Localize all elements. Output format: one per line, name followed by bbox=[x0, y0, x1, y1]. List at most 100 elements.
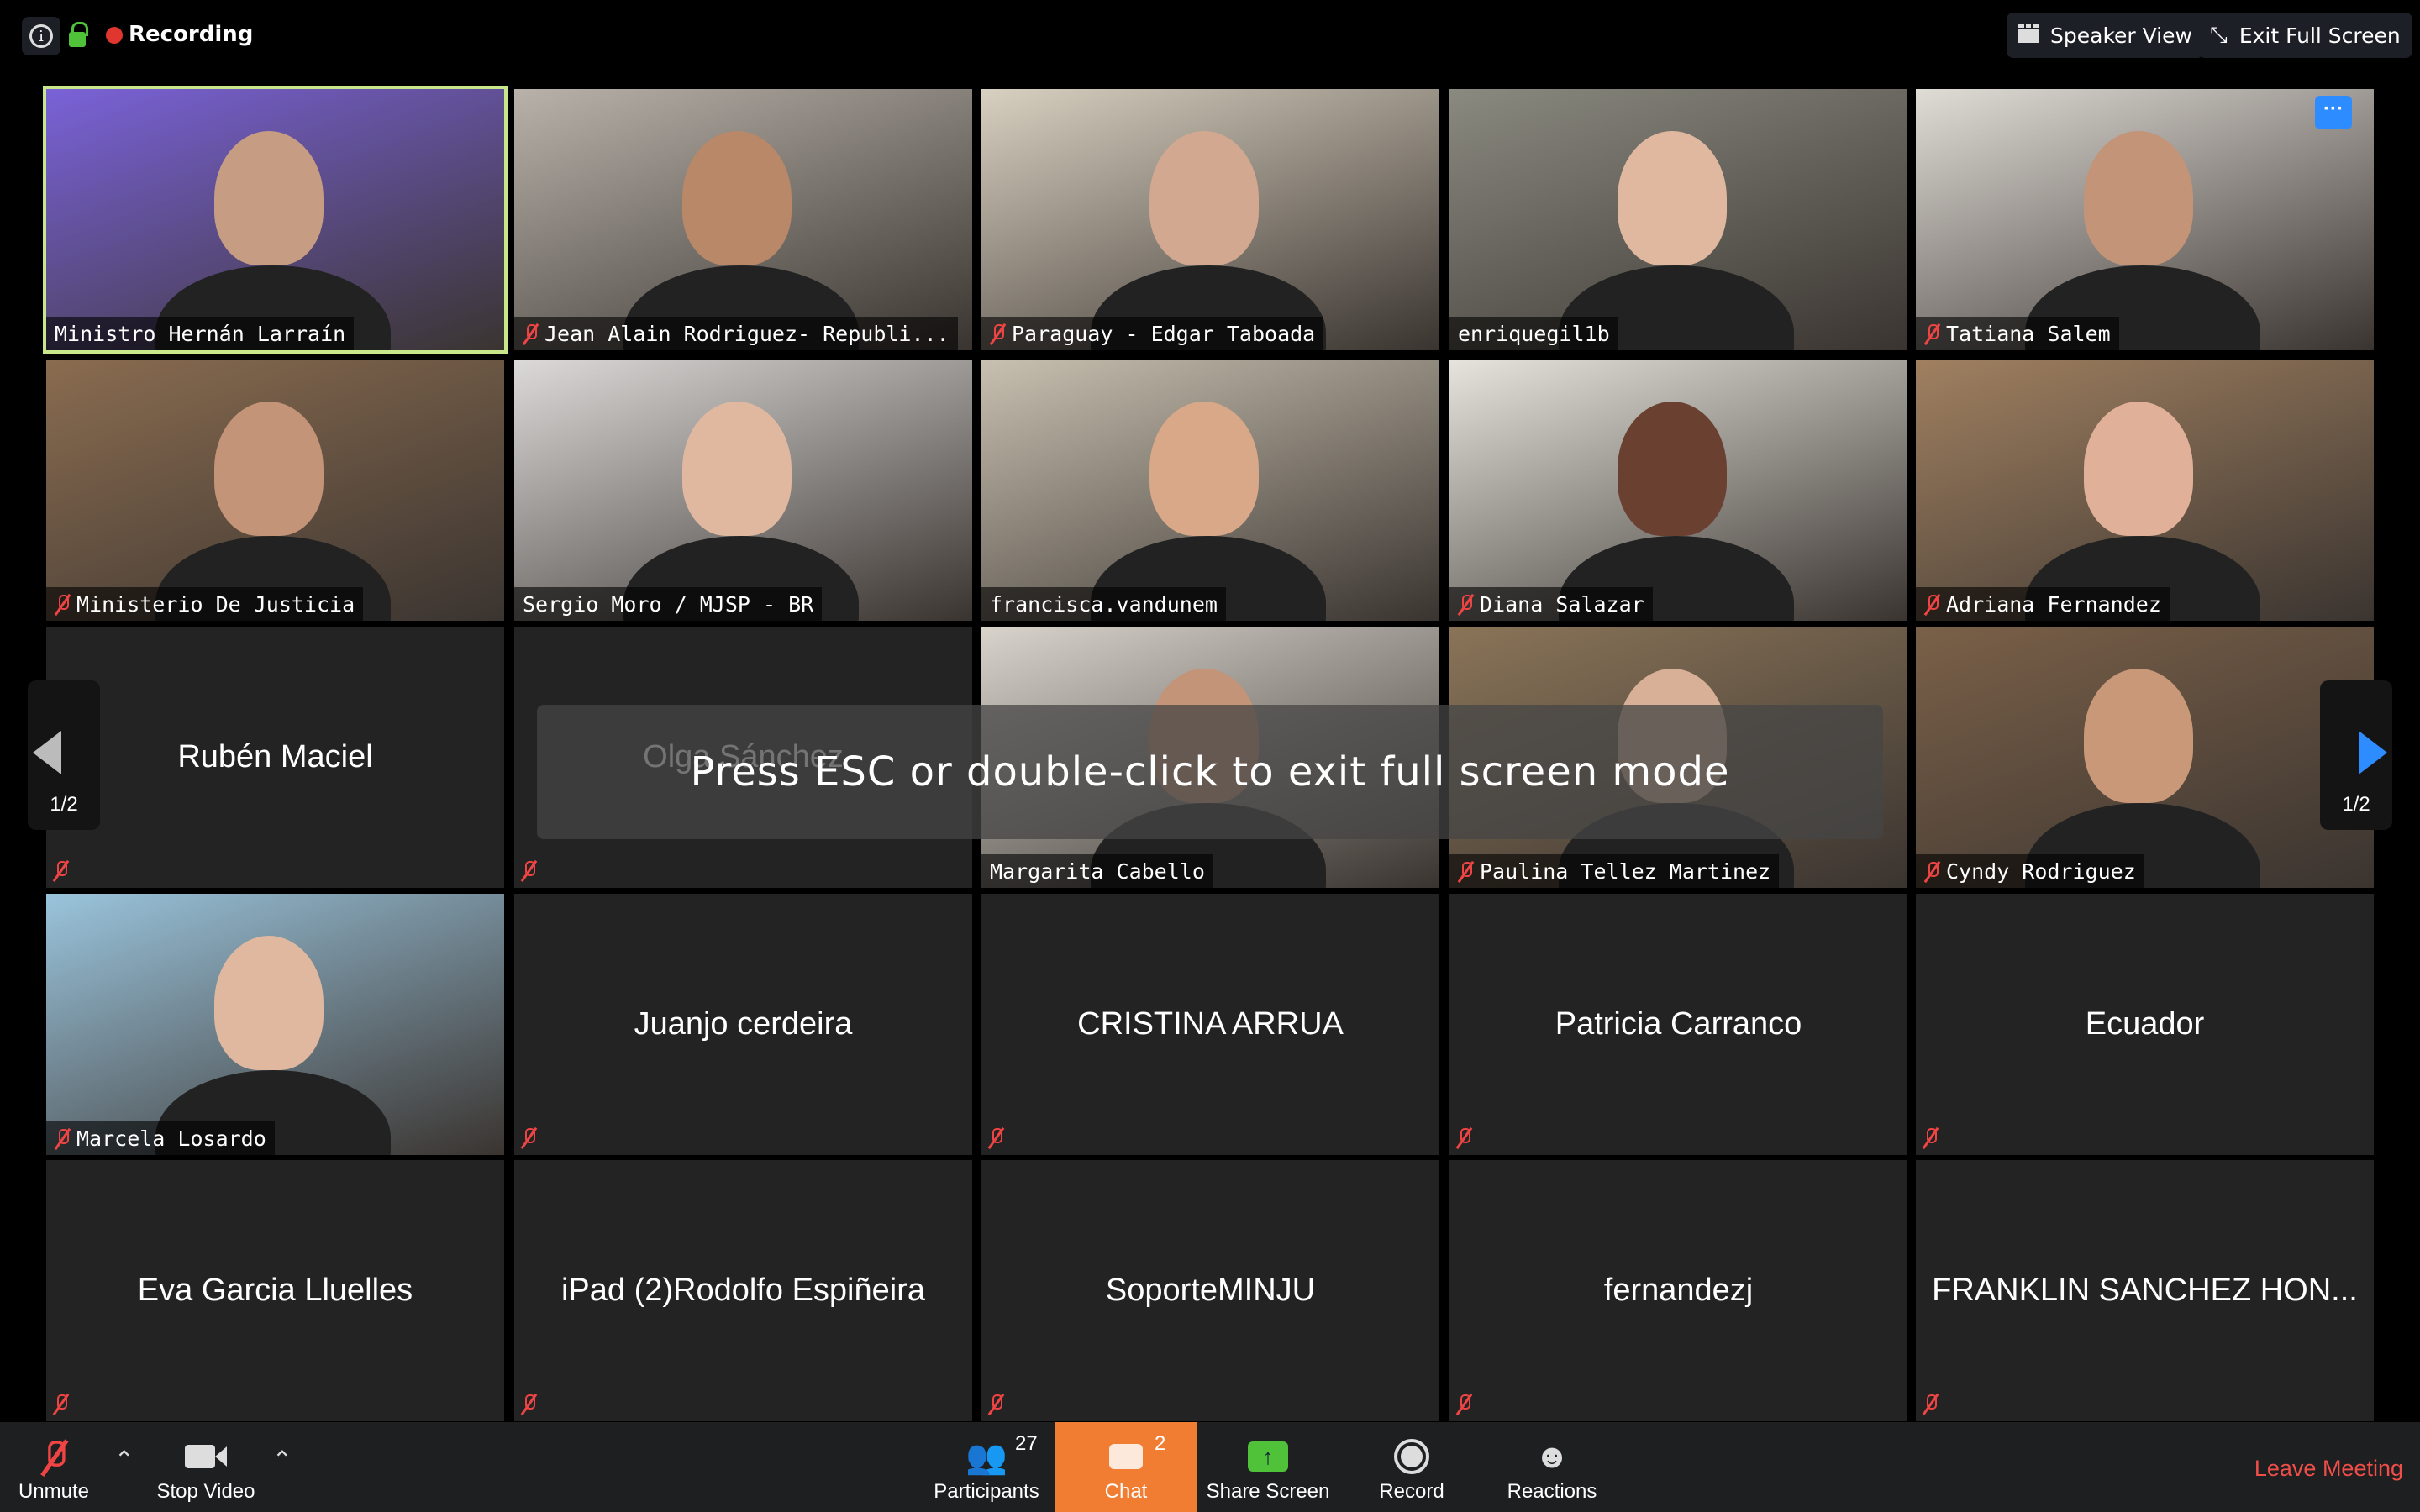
reactions-button[interactable]: ☻ Reactions bbox=[1501, 1422, 1603, 1512]
participant-tile[interactable]: fernandezj bbox=[1449, 1160, 1907, 1421]
muted-mic-icon bbox=[1923, 1393, 1938, 1415]
participant-tile[interactable]: Ministro Hernán Larraín bbox=[43, 86, 508, 354]
participant-video bbox=[1916, 360, 2374, 621]
participant-tile[interactable]: Ecuador bbox=[1916, 894, 2374, 1155]
exit-full-screen-label: Exit Full Screen bbox=[2238, 23, 2401, 48]
muted-mic-icon bbox=[1458, 593, 1473, 615]
participant-figure bbox=[2084, 402, 2193, 536]
participant-name: Sergio Moro / MJSP - BR bbox=[523, 591, 814, 617]
participant-tile[interactable]: Diana Salazar bbox=[1449, 360, 1907, 621]
participant-name-label: Diana Salazar bbox=[1449, 587, 1653, 621]
participant-tile[interactable]: Tatiana Salem ··· bbox=[1916, 89, 2374, 350]
participant-tile[interactable]: Marcela Losardo bbox=[46, 894, 504, 1155]
participant-video bbox=[1916, 627, 2374, 888]
muted-mic-icon bbox=[1456, 1126, 1471, 1148]
share-screen-icon: ↑ bbox=[1248, 1433, 1288, 1480]
participant-video bbox=[981, 360, 1439, 621]
meeting-info-button[interactable]: i bbox=[22, 17, 60, 55]
record-label: Record bbox=[1379, 1480, 1444, 1503]
participant-tile[interactable]: francisca.vandunem bbox=[981, 360, 1439, 621]
participant-video bbox=[46, 89, 504, 350]
participant-video bbox=[1449, 89, 1907, 350]
participant-tile[interactable]: Sergio Moro / MJSP - BR bbox=[514, 360, 972, 621]
recording-dot-icon bbox=[106, 27, 123, 44]
participant-tile[interactable]: FRANKLIN SANCHEZ HON... bbox=[1916, 1160, 2374, 1421]
record-button[interactable]: Record bbox=[1370, 1422, 1454, 1512]
participant-figure bbox=[682, 402, 792, 536]
exit-full-screen-button[interactable]: ⤡ Exit Full Screen bbox=[2198, 13, 2412, 58]
chat-bubble-icon bbox=[1109, 1433, 1143, 1480]
encryption-lock-icon[interactable] bbox=[69, 22, 88, 47]
participant-tile[interactable]: Patricia Carranco bbox=[1449, 894, 1907, 1155]
leave-meeting-button[interactable]: Leave Meeting bbox=[2254, 1456, 2403, 1482]
speaker-view-button[interactable]: Speaker View bbox=[2007, 13, 2204, 58]
participant-figure bbox=[214, 936, 324, 1070]
chat-count: 2 bbox=[1155, 1432, 1166, 1455]
muted-mic-icon bbox=[521, 1393, 536, 1415]
participant-tile[interactable]: Ministerio De Justicia bbox=[46, 360, 504, 621]
muted-mic-icon bbox=[1924, 323, 1939, 344]
chat-button[interactable]: Chat bbox=[1055, 1422, 1197, 1512]
muted-mic-icon bbox=[53, 1393, 68, 1415]
participant-tile[interactable]: CRISTINA ARRUA bbox=[981, 894, 1439, 1155]
record-icon bbox=[1394, 1433, 1429, 1480]
participant-name: francisca.vandunem bbox=[990, 591, 1218, 617]
participant-name: FRANKLIN SANCHEZ HON... bbox=[1932, 1273, 2358, 1308]
page-indicator-right: 1/2 bbox=[2342, 793, 2370, 816]
participant-name-label: francisca.vandunem bbox=[981, 587, 1226, 621]
participant-tile[interactable]: SoporteMINJU bbox=[981, 1160, 1439, 1421]
participants-label: Participants bbox=[934, 1480, 1039, 1503]
participant-name-label: Sergio Moro / MJSP - BR bbox=[514, 587, 823, 621]
participant-name-label: Paraguay - Edgar Taboada bbox=[981, 317, 1324, 350]
participant-tile[interactable]: Juanjo cerdeira bbox=[514, 894, 972, 1155]
muted-mic-icon bbox=[988, 1393, 1003, 1415]
participant-tile[interactable]: Eva Garcia Lluelles bbox=[46, 1160, 504, 1421]
muted-mic-icon bbox=[988, 1126, 1003, 1148]
participant-name: Ecuador bbox=[2085, 1006, 2205, 1042]
participant-tile[interactable]: iPad (2)Rodolfo Espiñeira bbox=[514, 1160, 972, 1421]
stop-video-label: Stop Video bbox=[156, 1480, 255, 1503]
audio-options-chevron-icon[interactable]: ⌃ bbox=[114, 1446, 134, 1473]
participant-figure bbox=[2084, 131, 2193, 265]
participant-name: Marcela Losardo bbox=[76, 1126, 266, 1151]
participant-name: Juanjo cerdeira bbox=[634, 1006, 853, 1042]
top-bar: i Recording Speaker View ⤡ Exit Full Scr… bbox=[0, 0, 2420, 76]
previous-page-button[interactable]: 1/2 bbox=[28, 680, 100, 830]
participant-name-label: Marcela Losardo bbox=[46, 1121, 275, 1155]
arrow-left-icon bbox=[33, 731, 61, 774]
muted-mic-icon bbox=[1456, 1393, 1471, 1415]
participant-tile[interactable]: Jean Alain Rodriguez- Republi... bbox=[514, 89, 972, 350]
muted-mic-icon bbox=[523, 323, 538, 344]
muted-mic-icon bbox=[1924, 860, 1939, 882]
more-options-button[interactable]: ··· bbox=[2315, 96, 2352, 129]
video-options-chevron-icon[interactable]: ⌃ bbox=[272, 1446, 292, 1473]
stop-video-button[interactable]: Stop Video bbox=[151, 1422, 260, 1512]
participant-name-label: Cyndy Rodriguez bbox=[1916, 854, 2144, 888]
arrow-right-icon bbox=[2359, 731, 2387, 774]
participant-figure bbox=[1618, 402, 1727, 536]
participant-video bbox=[514, 360, 972, 621]
participant-figure bbox=[214, 131, 324, 265]
participant-name-label: Ministro Hernán Larraín bbox=[46, 317, 355, 350]
exit-full-screen-icon: ⤡ bbox=[2210, 22, 2228, 48]
participant-tile[interactable]: Rubén Maciel bbox=[46, 627, 504, 888]
next-page-button[interactable]: 1/2 bbox=[2320, 680, 2392, 830]
participant-tile[interactable]: Cyndy Rodriguez bbox=[1916, 627, 2374, 888]
participant-tile[interactable]: Paraguay - Edgar Taboada bbox=[981, 89, 1439, 350]
participant-tile[interactable]: Adriana Fernandez bbox=[1916, 360, 2374, 621]
muted-mic-icon bbox=[990, 323, 1005, 344]
chat-label: Chat bbox=[1104, 1480, 1148, 1503]
participant-figure bbox=[214, 402, 324, 536]
video-camera-icon bbox=[185, 1433, 227, 1480]
participant-name: Margarita Cabello bbox=[990, 858, 1205, 884]
participant-name: Eva Garcia Lluelles bbox=[137, 1273, 413, 1308]
muted-mic-icon bbox=[521, 859, 536, 881]
participant-name: CRISTINA ARRUA bbox=[1077, 1006, 1344, 1042]
participant-tile[interactable]: enriquegil1b bbox=[1449, 89, 1907, 350]
share-screen-button[interactable]: ↑ Share Screen bbox=[1205, 1422, 1331, 1512]
participant-figure bbox=[1618, 131, 1727, 265]
unmute-button[interactable]: Unmute bbox=[15, 1422, 92, 1512]
recording-label: Recording bbox=[129, 22, 254, 47]
muted-mic-icon bbox=[55, 593, 70, 615]
participant-name: Ministerio De Justicia bbox=[76, 591, 355, 617]
